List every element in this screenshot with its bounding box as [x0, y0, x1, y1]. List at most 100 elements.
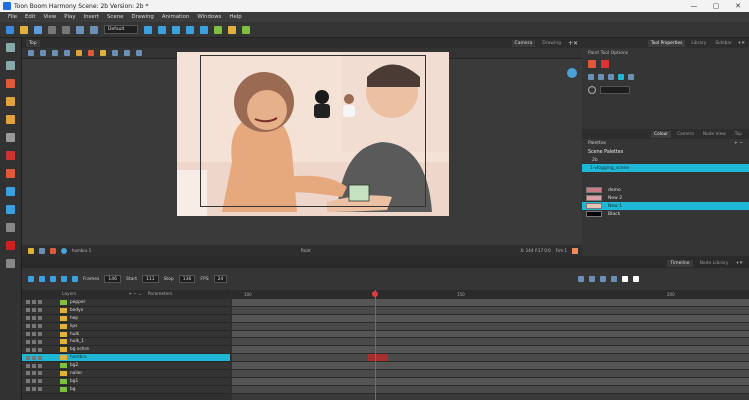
frames-field[interactable]: 146 [104, 275, 121, 283]
layer-row-selected[interactable]: hombro [22, 354, 230, 363]
dropper-tool-icon[interactable] [6, 187, 15, 196]
layer-row[interactable]: bodyx [22, 306, 230, 315]
new-scene-icon[interactable] [6, 25, 14, 34]
layer-row[interactable]: bg ochre [22, 346, 230, 355]
layer-row[interactable]: lips [22, 322, 230, 331]
start-field[interactable]: 111 [141, 275, 159, 283]
menu-animation[interactable]: Animation [162, 14, 189, 20]
close-gap-icon[interactable] [588, 86, 596, 94]
play-icon[interactable] [144, 25, 152, 34]
zoom-tool-icon[interactable] [6, 205, 15, 214]
tab-node-view[interactable]: Node View [700, 131, 729, 138]
select-tool-icon[interactable] [6, 43, 15, 52]
layer-row[interactable]: hulk_1 [22, 338, 230, 347]
line-icon[interactable] [88, 50, 94, 56]
layer-row[interactable]: hep [22, 314, 230, 323]
transform-icon[interactable] [40, 50, 46, 56]
tab-colour[interactable]: Colour [651, 130, 672, 138]
colour-swatch-icon[interactable] [6, 241, 15, 250]
add-layer-icon[interactable]: + − ⌄ [128, 292, 142, 297]
grid-icon[interactable] [52, 50, 58, 56]
layout-icon[interactable] [228, 25, 236, 34]
menu-file[interactable]: File [8, 14, 17, 20]
text-tool-icon[interactable] [6, 133, 15, 142]
redo-icon[interactable] [62, 25, 70, 34]
key-icon[interactable] [578, 276, 584, 282]
paint-tool-icon[interactable] [6, 151, 15, 160]
pen-icon[interactable] [76, 50, 82, 56]
onion-icon[interactable] [600, 276, 606, 282]
tab-node-library[interactable]: Node Library [697, 260, 732, 267]
view-compass-icon[interactable] [567, 68, 577, 78]
swatch-row-2[interactable]: New 1 [582, 202, 749, 210]
paint-unpainted-icon[interactable] [601, 60, 609, 68]
menu-windows[interactable]: Windows [197, 14, 221, 20]
layer-row[interactable]: bg [22, 385, 230, 394]
grid-tool-icon[interactable] [6, 259, 15, 268]
swatch-row-3[interactable]: Black [582, 210, 749, 218]
pencil-tool-icon[interactable] [6, 97, 15, 106]
layer-row[interactable]: hulk [22, 330, 230, 339]
stroke-tool-icon[interactable] [6, 169, 15, 178]
save-icon[interactable] [34, 25, 42, 34]
undo-icon[interactable] [48, 25, 56, 34]
open-icon[interactable] [20, 25, 28, 34]
tab-sidebar[interactable]: Sidebar [712, 40, 734, 47]
tab-camera[interactable]: Camera [511, 39, 536, 47]
fps-field[interactable]: 24 [213, 275, 228, 283]
stop-field[interactable]: 136 [178, 275, 196, 283]
eraser-tool-icon[interactable] [6, 115, 15, 124]
timeline-frames[interactable]: 100 150 200 [232, 290, 749, 400]
workspace-preset-select[interactable]: Default [104, 25, 138, 34]
loop-button-icon[interactable] [39, 276, 45, 282]
layer-row[interactable]: bg1 [22, 377, 230, 386]
menu-insert[interactable]: Insert [84, 14, 99, 20]
add-view-icon[interactable]: +✕ [568, 40, 582, 47]
onion-skin-icon[interactable] [172, 25, 180, 34]
copy-icon[interactable] [90, 25, 98, 34]
paint-mode-icon[interactable] [588, 60, 596, 68]
white-toggle-icon[interactable] [622, 276, 628, 282]
option-icon-3[interactable] [608, 74, 614, 80]
drawing-icon[interactable] [214, 25, 222, 34]
swatch-row-0[interactable]: demo [582, 186, 749, 194]
play-button-icon[interactable] [28, 276, 34, 282]
reset-view-icon[interactable] [28, 247, 34, 254]
flip-icon[interactable] [124, 50, 130, 56]
render-icon[interactable] [242, 25, 250, 34]
tab-top[interactable]: Top [26, 39, 40, 47]
tab-drawing[interactable]: Drawing [539, 40, 564, 47]
prev-frame-icon[interactable] [72, 276, 78, 282]
hand-tool-icon[interactable] [6, 223, 15, 232]
white-toggle-icon-2[interactable] [633, 276, 639, 282]
shape-icon[interactable] [112, 50, 118, 56]
tab-camera-2[interactable]: Camera [674, 131, 697, 138]
first-frame-icon[interactable] [61, 276, 67, 282]
swatch-row-1[interactable]: New 2 [582, 194, 749, 202]
menu-play[interactable]: Play [64, 14, 75, 20]
cut-icon[interactable] [76, 25, 84, 34]
tab-top-2[interactable]: Top [732, 131, 745, 138]
gap-select[interactable] [600, 86, 630, 94]
layer-row[interactable]: nailer [22, 370, 230, 378]
light-table-icon[interactable] [186, 25, 194, 34]
menu-help[interactable]: Help [229, 14, 241, 20]
palette-item-selected[interactable]: 1-vlogging_scene [582, 164, 749, 172]
maximize-button[interactable]: ▢ [705, 0, 727, 12]
brush-icon[interactable] [200, 25, 208, 34]
lock-icon[interactable] [64, 50, 70, 56]
tab-tool-properties[interactable]: Tool Properties [647, 39, 686, 47]
option-icon-2[interactable] [598, 74, 604, 80]
option-icon-5[interactable] [628, 74, 634, 80]
menu-edit[interactable]: Edit [25, 14, 35, 20]
minimize-button[interactable]: — [683, 0, 705, 12]
tab-timeline[interactable]: Timeline [667, 259, 693, 267]
ease-icon[interactable] [589, 276, 595, 282]
option-icon-4[interactable] [618, 74, 624, 80]
brush-tool-icon[interactable] [6, 79, 15, 88]
palette-root[interactable]: 2b [582, 157, 749, 164]
selected-frame-cell[interactable] [368, 354, 388, 362]
layer-row[interactable]: pepper [22, 299, 230, 307]
render-preview-icon[interactable] [50, 247, 56, 254]
menu-drawing[interactable]: Drawing [131, 14, 153, 20]
